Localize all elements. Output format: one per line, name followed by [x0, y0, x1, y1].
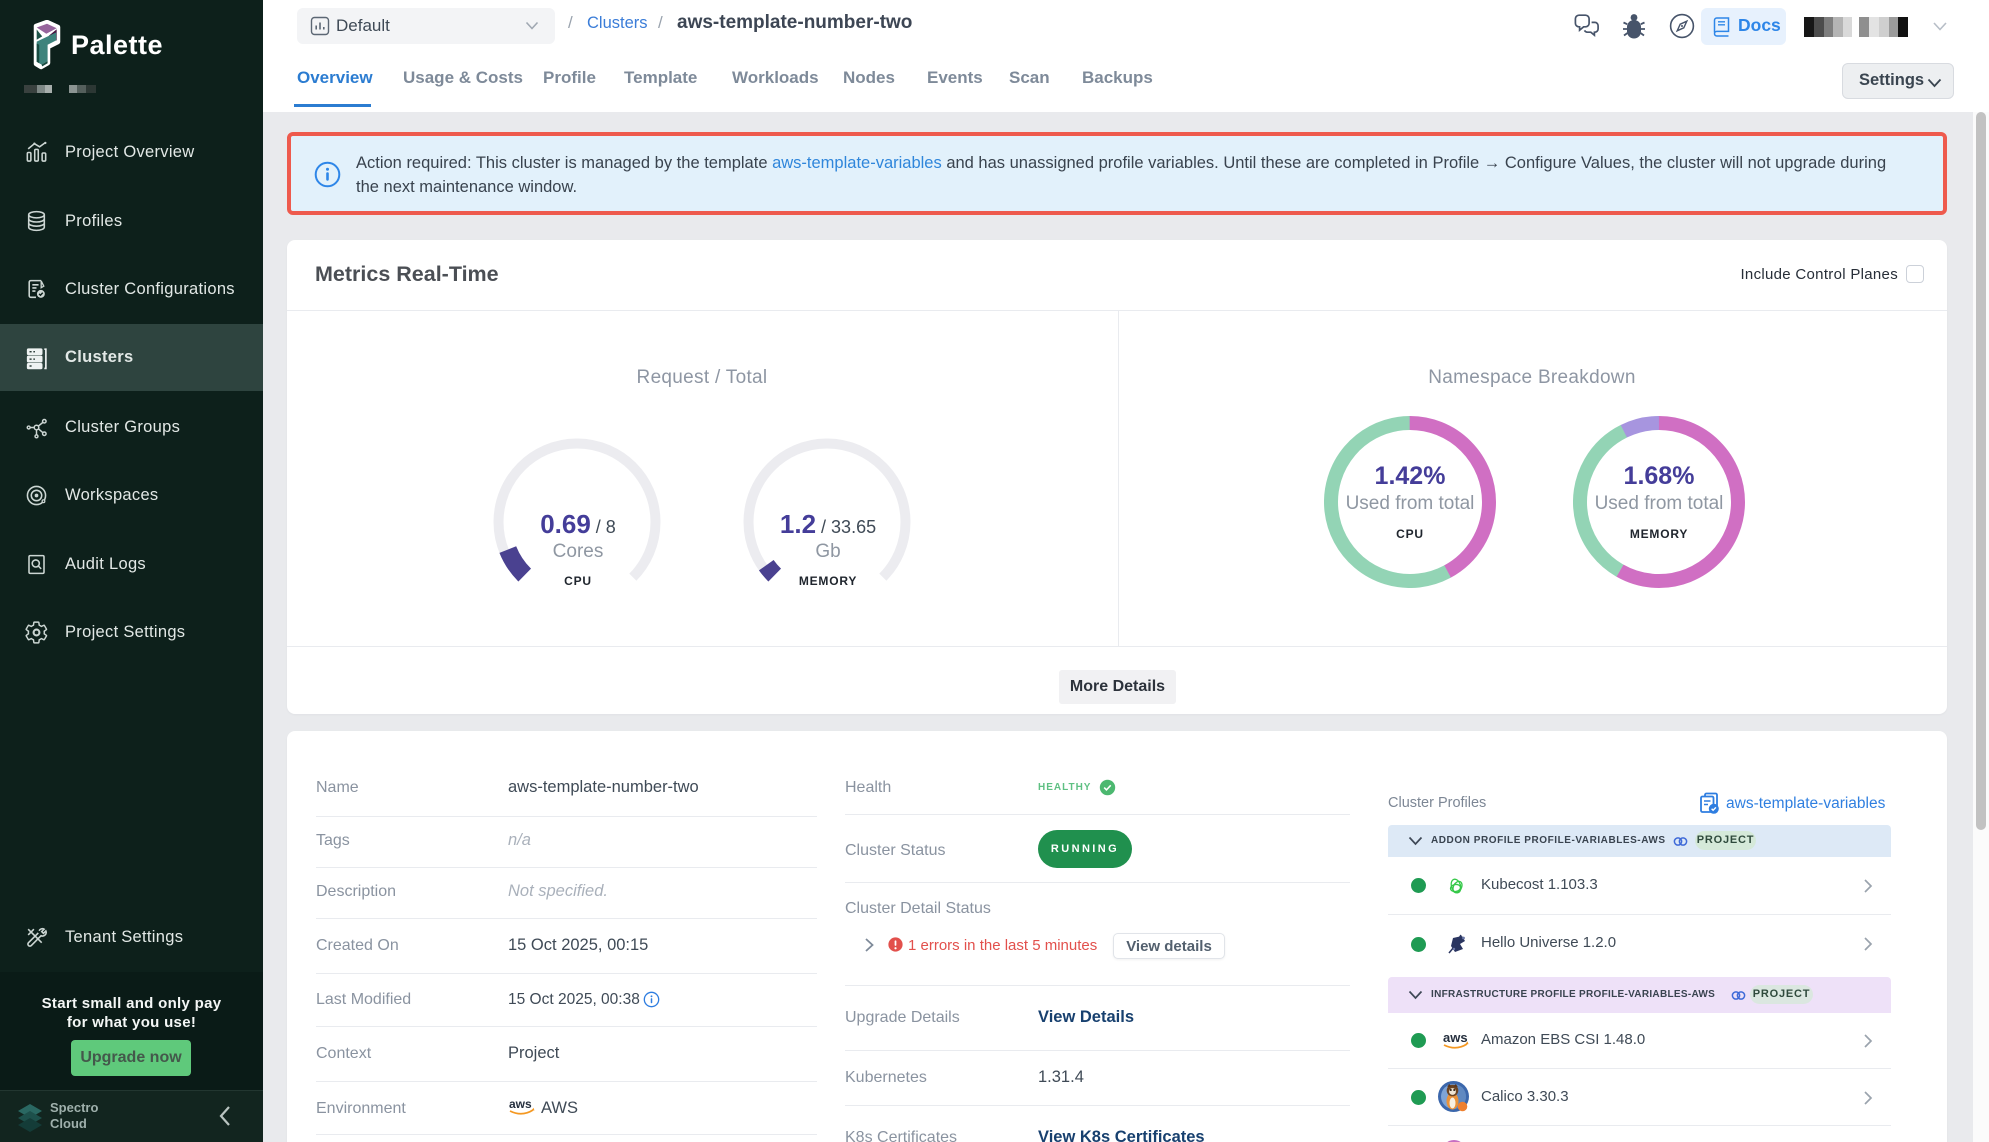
svg-text:aws: aws: [1443, 1030, 1468, 1045]
svg-text:aws: aws: [509, 1097, 532, 1111]
